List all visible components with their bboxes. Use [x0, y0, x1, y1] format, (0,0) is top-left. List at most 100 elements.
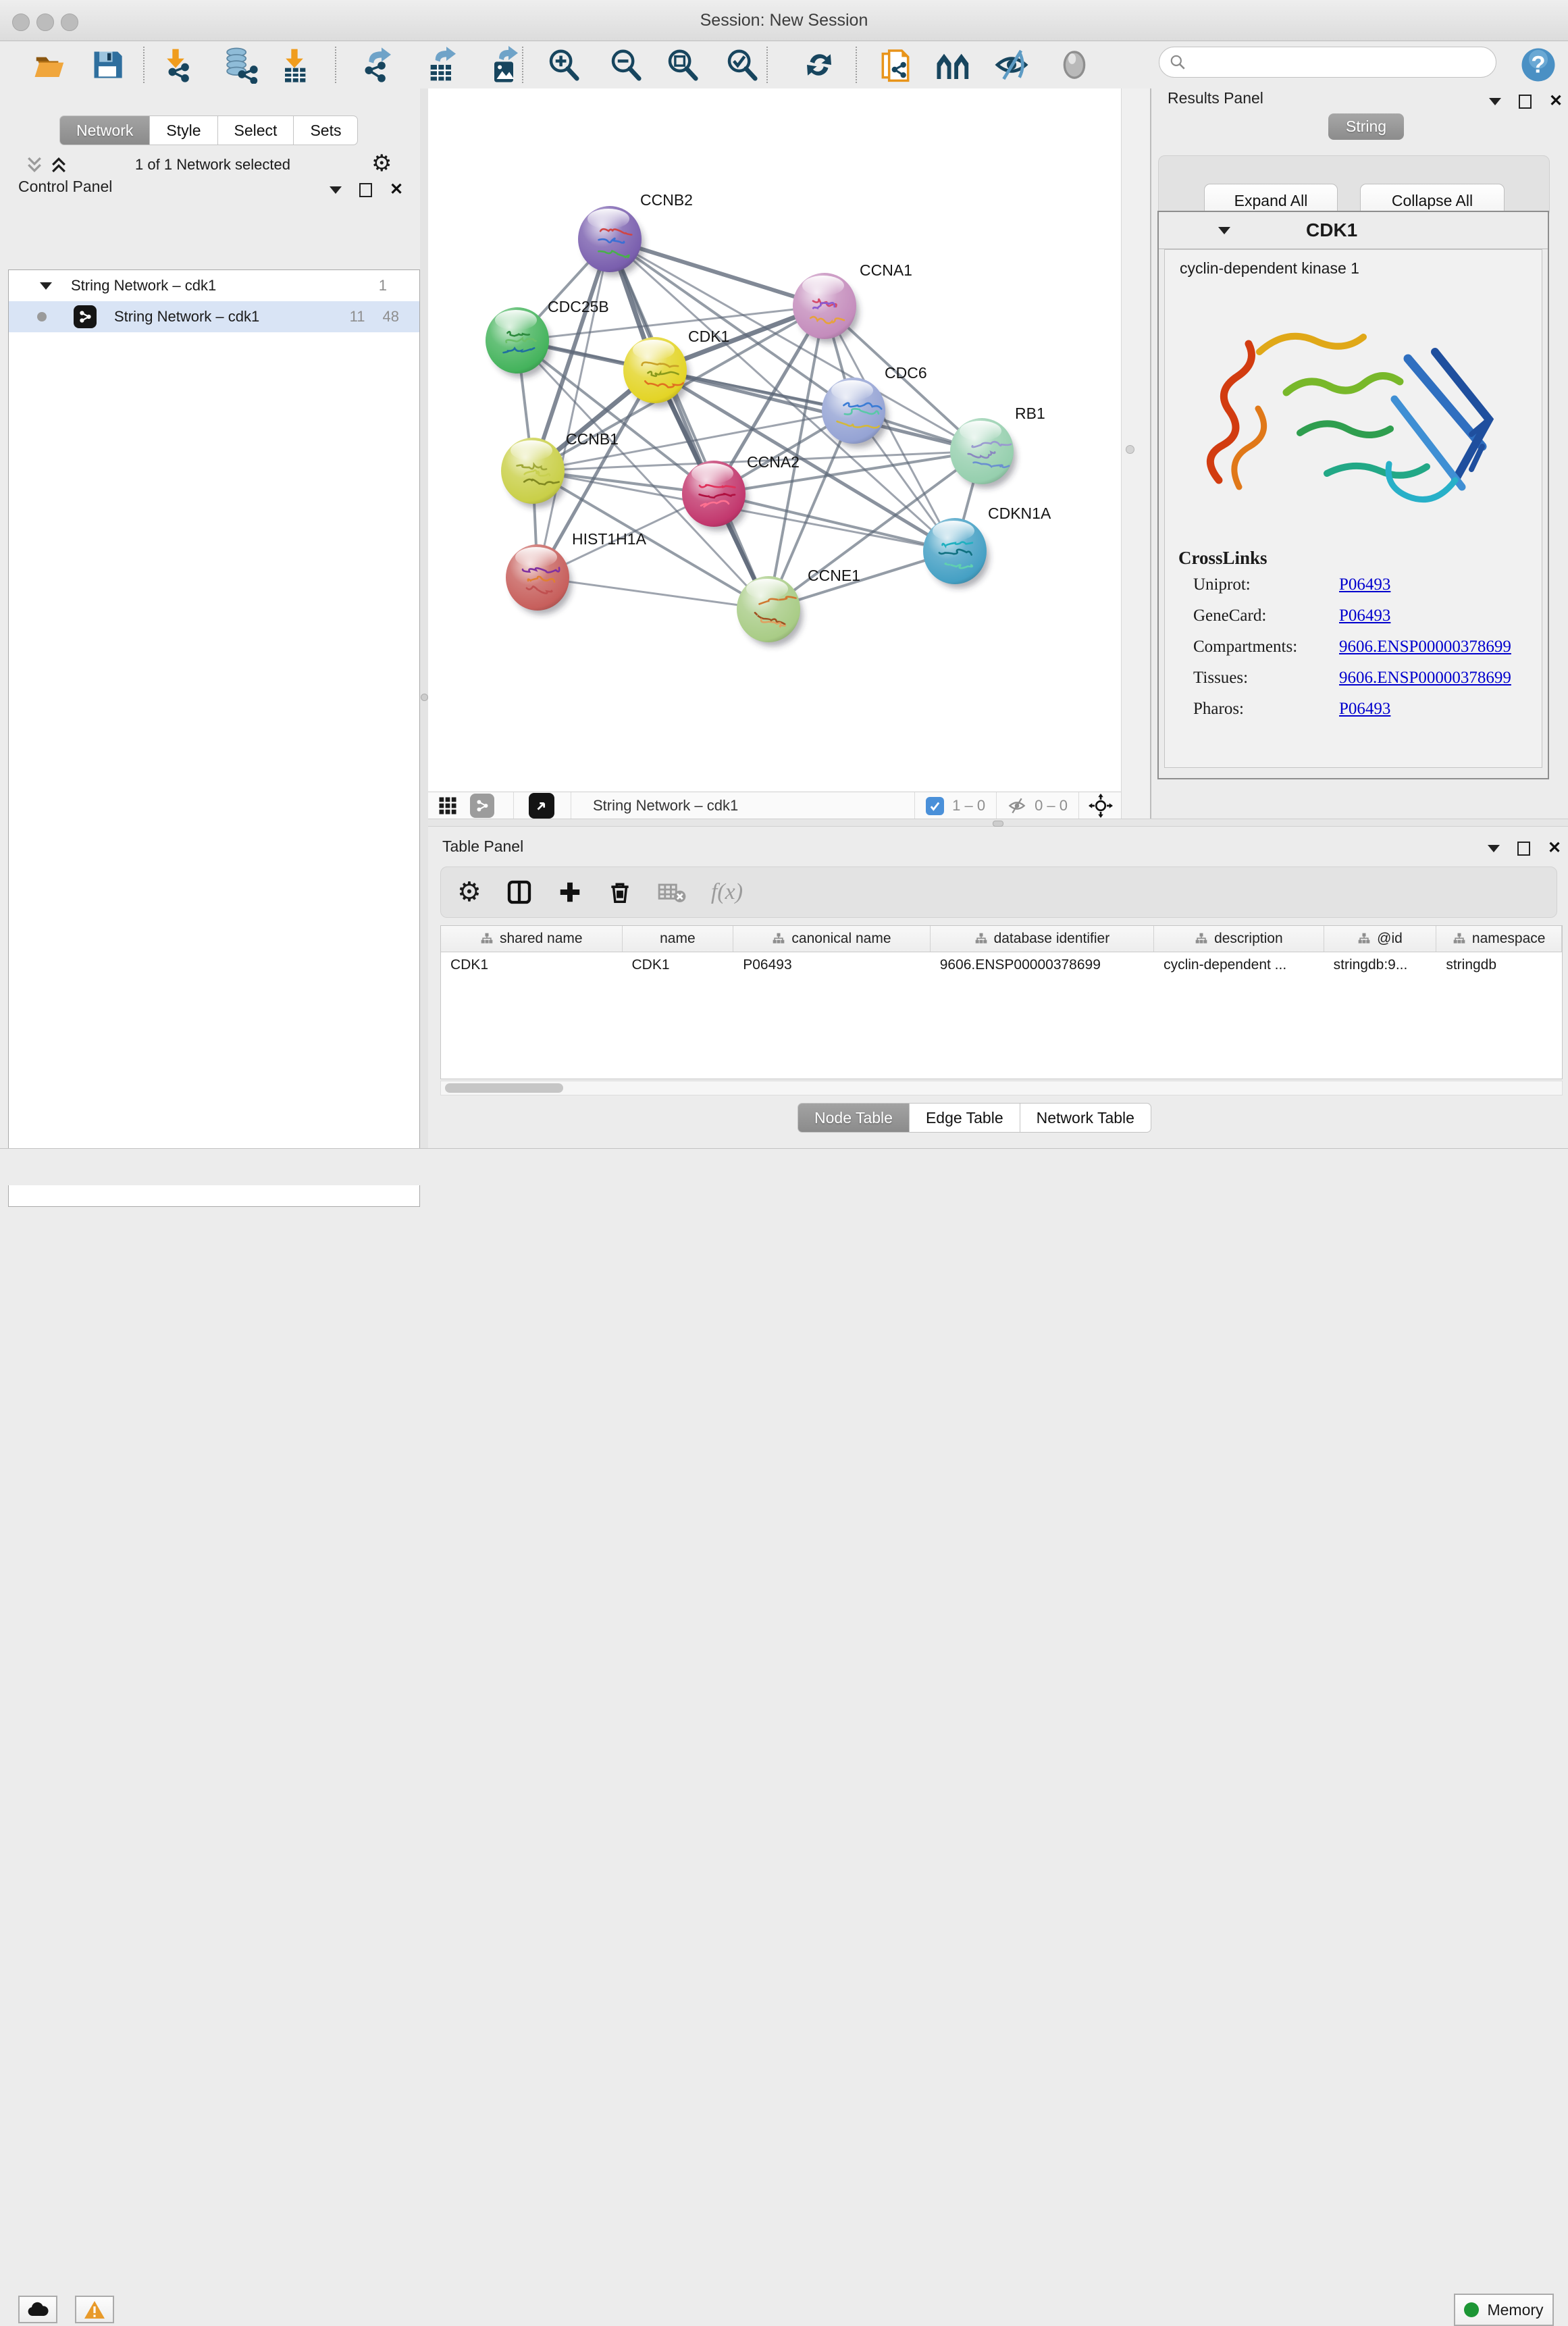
- export-image-button[interactable]: [483, 44, 525, 86]
- show-all-button[interactable]: [1053, 44, 1095, 86]
- table-cell[interactable]: CDK1: [623, 952, 734, 978]
- birds-eye-view-icon[interactable]: [529, 793, 554, 819]
- horizontal-splitter[interactable]: [428, 819, 1568, 827]
- import-network-from-file-button[interactable]: [155, 44, 197, 86]
- selected-checkbox-icon[interactable]: [926, 797, 944, 815]
- expand-all-networks-button[interactable]: [49, 155, 69, 175]
- network-badge-icon[interactable]: [470, 794, 494, 818]
- collapse-all-networks-button[interactable]: [24, 155, 45, 175]
- column-header--id[interactable]: @id: [1324, 926, 1437, 952]
- zoom-in-button[interactable]: [542, 44, 584, 86]
- control-panel-float-icon[interactable]: [359, 183, 372, 197]
- table-cell[interactable]: stringdb:9...: [1324, 952, 1437, 978]
- results-panel-close-icon[interactable]: ✕: [1549, 93, 1563, 109]
- results-panel-float-icon[interactable]: [1519, 95, 1532, 109]
- column-header-canonical-name[interactable]: canonical name: [733, 926, 930, 952]
- crosslink-link[interactable]: 9606.ENSP00000378699: [1339, 669, 1511, 688]
- zoom-in-icon: [545, 47, 581, 83]
- tab-node-table[interactable]: Node Table: [798, 1103, 910, 1133]
- show-columns-icon[interactable]: [506, 879, 533, 906]
- refresh-view-button[interactable]: [798, 44, 840, 86]
- table-cell[interactable]: P06493: [733, 952, 930, 978]
- zoom-fit-button[interactable]: [661, 44, 703, 86]
- table-options-gear-icon[interactable]: ⚙: [457, 879, 481, 906]
- toolbar-search-field[interactable]: [1159, 47, 1496, 78]
- tab-network-table[interactable]: Network Table: [1020, 1103, 1151, 1133]
- tab-style[interactable]: Style: [150, 115, 217, 145]
- crosslink-row: Pharos:P06493: [1193, 700, 1542, 719]
- add-column-icon[interactable]: [557, 879, 583, 905]
- vertical-splitter-left[interactable]: [420, 88, 428, 1148]
- tab-string[interactable]: String: [1328, 113, 1404, 140]
- tab-select[interactable]: Select: [218, 115, 294, 145]
- network-collection-row[interactable]: String Network – cdk1 1: [9, 270, 419, 301]
- column-header-label: @id: [1377, 931, 1403, 947]
- help-button[interactable]: ?: [1517, 44, 1559, 86]
- splitter-handle-icon[interactable]: [993, 821, 1003, 827]
- toolbar-separator: [335, 47, 336, 83]
- first-neighbors-button[interactable]: [933, 44, 974, 86]
- crosslink-label: Tissues:: [1193, 669, 1339, 688]
- gene-panel: CDK1 cyclin-dependent kinase 1: [1157, 211, 1549, 779]
- table-panel-close-icon[interactable]: ✕: [1548, 840, 1561, 856]
- control-panel-title: Control Panel: [18, 178, 112, 196]
- tab-edge-table[interactable]: Edge Table: [910, 1103, 1020, 1133]
- hidden-eye-slash-icon[interactable]: [1006, 795, 1028, 817]
- search-input[interactable]: [1186, 53, 1473, 72]
- column-header-name[interactable]: name: [623, 926, 734, 952]
- gene-collapse-icon[interactable]: [1218, 227, 1230, 234]
- network-canvas[interactable]: CCNB2CCNA1CDC25BCDK1CDC6RB1CCNB1CCNA2CDK…: [428, 88, 1121, 792]
- gene-header-row[interactable]: CDK1: [1159, 212, 1548, 249]
- table-cell[interactable]: stringdb: [1436, 952, 1562, 978]
- crosslink-link[interactable]: P06493: [1339, 575, 1390, 594]
- tab-sets[interactable]: Sets: [294, 115, 358, 145]
- column-type-icon: [1195, 932, 1208, 946]
- zoom-out-button[interactable]: [604, 44, 646, 86]
- import-table-from-file-button[interactable]: [273, 44, 315, 86]
- vertical-splitter-right[interactable]: [1121, 88, 1151, 827]
- results-panel-menu-icon[interactable]: [1489, 98, 1501, 105]
- table-row[interactable]: CDK1CDK1P064939606.ENSP00000378699cyclin…: [441, 952, 1562, 978]
- crosslink-row: GeneCard:P06493: [1193, 606, 1542, 625]
- delete-column-icon[interactable]: [607, 879, 633, 905]
- crosslink-link[interactable]: P06493: [1339, 700, 1390, 719]
- grid-view-icon[interactable]: [438, 796, 458, 816]
- control-panel-close-icon[interactable]: ✕: [390, 182, 403, 198]
- collection-count: 1: [379, 277, 387, 294]
- new-network-from-selection-button[interactable]: [874, 44, 916, 86]
- column-header-description[interactable]: description: [1154, 926, 1324, 952]
- memory-button[interactable]: Memory: [1454, 2294, 1554, 2326]
- tab-network[interactable]: Network: [59, 115, 150, 145]
- export-table-button[interactable]: [421, 44, 463, 86]
- zoom-selected-button[interactable]: [721, 44, 762, 86]
- table-cell[interactable]: 9606.ENSP00000378699: [931, 952, 1154, 978]
- column-header-shared-name[interactable]: shared name: [441, 926, 623, 952]
- save-session-button[interactable]: [86, 44, 128, 86]
- collection-collapse-icon[interactable]: [40, 282, 52, 290]
- table-panel-float-icon[interactable]: [1517, 842, 1530, 856]
- import-network-from-database-button[interactable]: [219, 44, 261, 86]
- column-header-database-identifier[interactable]: database identifier: [931, 926, 1154, 952]
- table-horizontal-scrollbar[interactable]: [440, 1081, 1563, 1095]
- crosslink-link[interactable]: P06493: [1339, 606, 1390, 625]
- function-builder-icon[interactable]: f(x): [711, 879, 743, 905]
- network-row[interactable]: String Network – cdk1 11 48: [9, 301, 419, 332]
- control-panel-menu-icon[interactable]: [330, 186, 342, 194]
- column-header-namespace[interactable]: namespace: [1436, 926, 1562, 952]
- table-cell[interactable]: CDK1: [441, 952, 623, 978]
- table-panel-menu-icon[interactable]: [1488, 845, 1500, 852]
- fit-content-crosshair-icon[interactable]: [1089, 794, 1113, 818]
- table-cell[interactable]: cyclin-dependent ...: [1154, 952, 1324, 978]
- export-network-button[interactable]: [356, 44, 398, 86]
- delete-table-icon[interactable]: [657, 877, 687, 907]
- open-session-button[interactable]: [29, 44, 71, 86]
- cloud-status-button[interactable]: [18, 2296, 57, 2323]
- crosslink-link[interactable]: 9606.ENSP00000378699: [1339, 638, 1511, 656]
- hide-selected-button[interactable]: [991, 44, 1033, 86]
- scrollbar-thumb[interactable]: [445, 1083, 563, 1093]
- splitter-handle-icon[interactable]: [421, 694, 428, 701]
- network-options-gear-icon[interactable]: ⚙: [371, 152, 392, 175]
- warnings-button[interactable]: [75, 2296, 114, 2323]
- network-graph[interactable]: CCNB2CCNA1CDC25BCDK1CDC6RB1CCNB1CCNA2CDK…: [428, 88, 1121, 792]
- splitter-handle-icon[interactable]: [1126, 445, 1134, 454]
